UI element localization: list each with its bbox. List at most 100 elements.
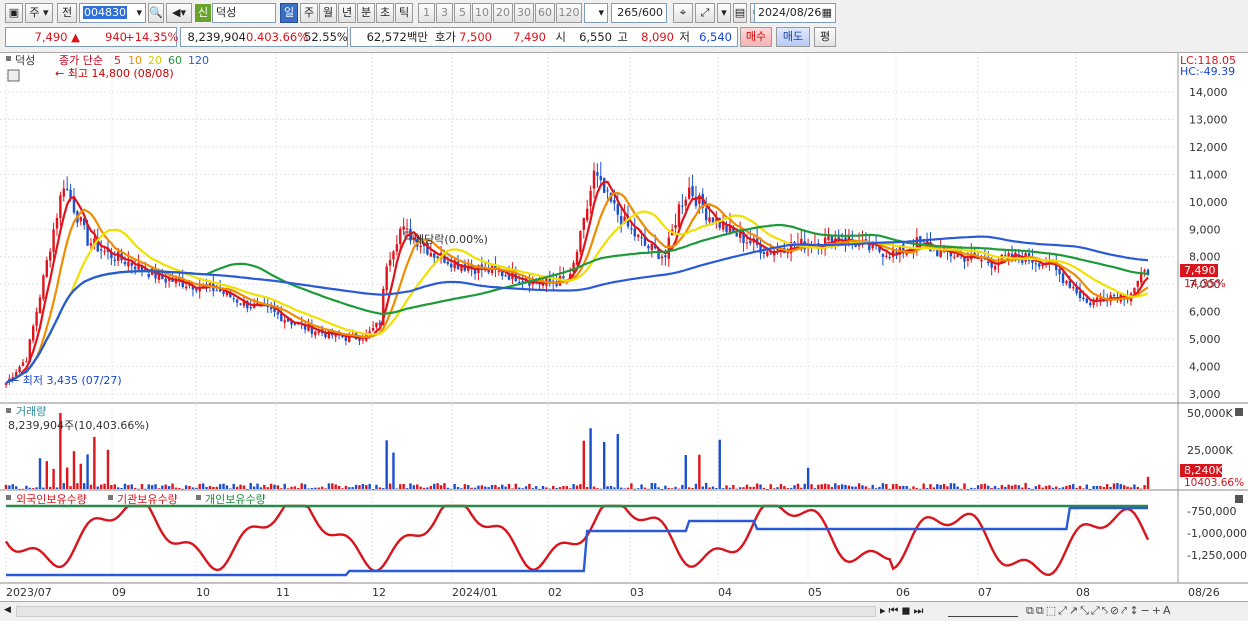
speaker-icon[interactable]: ◀▾ xyxy=(166,3,192,23)
volume-bar xyxy=(878,486,881,489)
volume-bar xyxy=(93,436,96,489)
volume-bar xyxy=(154,484,157,489)
volume-bar xyxy=(854,486,857,489)
interval-10[interactable]: 10 xyxy=(472,3,492,23)
scroll-left-icon[interactable]: ◀ xyxy=(4,605,14,617)
volume-bar xyxy=(198,483,201,489)
volume-bar xyxy=(800,487,803,489)
candle-body xyxy=(677,204,681,227)
candle-body xyxy=(45,260,48,277)
volume-bar xyxy=(653,483,657,489)
volume-bar xyxy=(456,487,460,489)
draw-tool-icon[interactable]: ⤢ xyxy=(695,3,715,23)
search-icon[interactable]: 🔍 xyxy=(148,3,164,23)
interval-5[interactable]: 5 xyxy=(454,3,471,23)
window-icon[interactable]: ▣ xyxy=(5,3,23,23)
interval-30[interactable]: 30 xyxy=(514,3,534,23)
volume-bar xyxy=(1078,485,1082,489)
calendar-icon[interactable] xyxy=(7,69,20,82)
drawing-tools[interactable]: ⧉⧉⬚⤢↗⤡⤢⤣⊘⤤↕−+A xyxy=(1026,604,1173,618)
volume-bar xyxy=(1143,485,1146,489)
volume-bar xyxy=(303,484,307,489)
candle-body xyxy=(1061,273,1065,283)
volume-bar xyxy=(314,487,317,489)
x-tick-label: 07 xyxy=(978,586,992,599)
interval-120[interactable]: 120 xyxy=(556,3,582,23)
tab-day[interactable]: 일 xyxy=(280,3,298,23)
volume-bar xyxy=(779,483,783,489)
volume-bar xyxy=(307,488,310,489)
tab-tick[interactable]: 틱 xyxy=(395,3,413,23)
candle-body xyxy=(395,244,399,252)
volume-bar xyxy=(963,483,966,489)
volume-bar xyxy=(582,440,585,489)
volume-bar xyxy=(55,487,59,489)
volume-bar xyxy=(443,483,446,489)
interval-3[interactable]: 3 xyxy=(436,3,453,23)
volume-bar xyxy=(405,488,409,489)
volume-bar xyxy=(188,485,191,489)
candle-body xyxy=(1072,287,1075,289)
interval-dropdown[interactable]: ▾ xyxy=(584,3,608,23)
interval-60[interactable]: 60 xyxy=(535,3,555,23)
x-tick-label: 2023/07 xyxy=(6,586,52,599)
panel-marker-icon xyxy=(196,495,201,500)
high-price: 8,090 xyxy=(641,30,674,44)
interval-1[interactable]: 1 xyxy=(418,3,435,23)
sell-button[interactable]: 매도 xyxy=(776,27,810,47)
volume-bar xyxy=(599,488,602,490)
eval-button[interactable]: 평 xyxy=(814,27,836,47)
crosshair-icon[interactable]: ⌖ xyxy=(673,3,693,23)
dropdown-icon[interactable]: ▾ xyxy=(717,3,731,23)
horizontal-scrollbar[interactable] xyxy=(16,606,876,617)
save-icon[interactable]: ▤ xyxy=(733,3,747,23)
volume-bar xyxy=(144,488,147,490)
candle-body xyxy=(687,187,691,199)
volume-bar xyxy=(1061,487,1065,489)
close-panel-icon[interactable] xyxy=(1235,408,1243,416)
volume-bar xyxy=(327,483,331,489)
buy-button[interactable]: 매수 xyxy=(740,27,772,47)
market-select[interactable]: 주 ▾ xyxy=(25,3,53,23)
volume-bar xyxy=(769,484,772,489)
candle-body xyxy=(184,286,188,289)
tab-month[interactable]: 월 xyxy=(319,3,337,23)
stock-chart[interactable]: 2023/07 09 10 11 12 2024/01 02 03 04 05 06 07 08 08/2… xyxy=(0,53,1248,602)
chart-area[interactable]: 2023/07 09 10 11 12 2024/01 02 03 04 05 06 07 08 08/2… xyxy=(0,52,1248,602)
turnover-pct: 52.55% xyxy=(304,30,348,44)
candle-body xyxy=(113,259,116,262)
volume-bar xyxy=(480,485,484,489)
candle-body xyxy=(1004,255,1007,257)
volume-bar xyxy=(310,487,314,489)
volume-value: 8,239,904 xyxy=(187,30,246,44)
volume-bar xyxy=(789,487,793,489)
volume-bar xyxy=(823,483,827,489)
candle-body xyxy=(633,228,636,237)
candle-body xyxy=(215,290,218,292)
volume-bar xyxy=(1082,488,1085,489)
tab-minute[interactable]: 분 xyxy=(357,3,375,23)
stock-name-field[interactable]: 덕성 xyxy=(212,3,276,23)
date-field[interactable]: 2024/08/26 ▦ xyxy=(754,3,836,23)
volume-bar xyxy=(181,488,184,490)
candle-body xyxy=(1078,291,1082,298)
stock-code-input[interactable]: 004830 ▾ xyxy=(79,3,146,23)
tab-week[interactable]: 주 xyxy=(300,3,318,23)
volume-bar xyxy=(871,484,874,489)
candle-body xyxy=(429,253,433,257)
close-panel-icon[interactable] xyxy=(1235,495,1243,503)
view-count-input[interactable]: 265/600 xyxy=(611,3,667,23)
prev-button[interactable]: 전 xyxy=(57,3,77,23)
tab-second[interactable]: 초 xyxy=(376,3,394,23)
volume-bar xyxy=(422,487,426,489)
volume-bar xyxy=(28,487,31,489)
volume-bar xyxy=(762,487,766,489)
volume-bar xyxy=(463,484,467,489)
volume-bar xyxy=(575,485,579,489)
tab-year[interactable]: 년 xyxy=(338,3,356,23)
volume-bar xyxy=(280,488,283,489)
candle-body xyxy=(888,256,891,258)
interval-20[interactable]: 20 xyxy=(493,3,513,23)
playback-controls[interactable]: ▸⏮◼⏭ xyxy=(880,604,926,618)
zoom-slider[interactable] xyxy=(948,605,1018,617)
